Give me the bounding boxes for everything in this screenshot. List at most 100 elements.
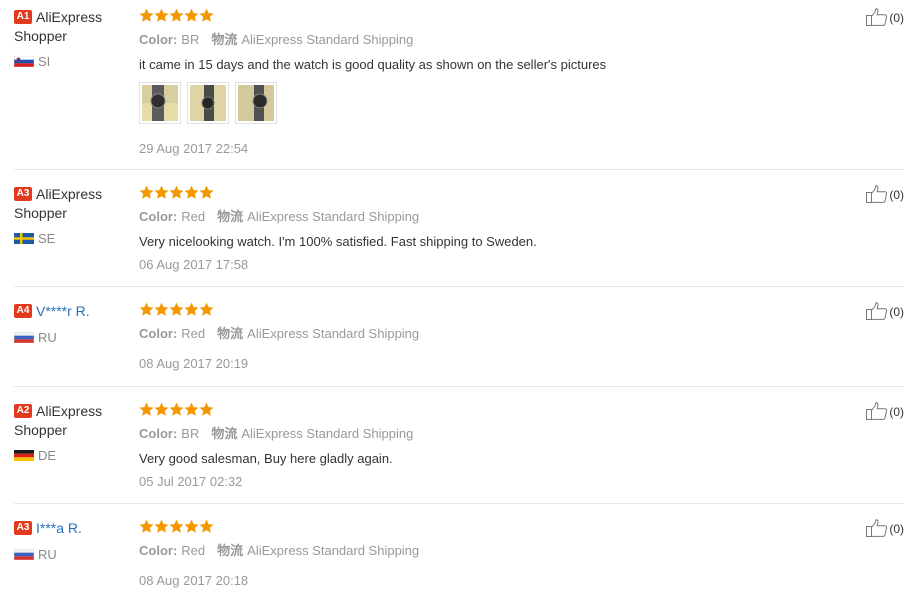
star-rating [139, 402, 839, 418]
color-label: Color: [139, 326, 178, 341]
star-rating [139, 185, 839, 201]
buyer-country: SE [14, 230, 132, 248]
star-icon [139, 519, 154, 534]
country-code: SE [38, 231, 56, 246]
star-icon [154, 402, 169, 417]
review-date: 08 Aug 2017 20:18 [139, 573, 249, 588]
star-icon [139, 402, 154, 417]
helpful-button[interactable]: (0) [866, 185, 904, 204]
buyer-name-line2: Shopper [14, 205, 67, 221]
buyer-country: SI [14, 53, 132, 71]
helpful-count: (0) [889, 522, 904, 536]
color-value: BR [181, 426, 200, 441]
review-photo-thumbnail[interactable] [187, 82, 229, 124]
buyer-level-badge: A3 [14, 186, 32, 201]
star-icon [169, 8, 184, 23]
review-photo-thumbnail[interactable] [139, 82, 181, 124]
star-icon [139, 185, 154, 200]
buyer-level-badge: A4 [14, 303, 32, 318]
logistics-value: AliExpress Standard Shipping [247, 209, 420, 224]
color-label: Color: [139, 32, 178, 47]
logistics-value: AliExpress Standard Shipping [241, 426, 414, 441]
review-body: Color: Red 物流 AliExpress Standard Shipping … [139, 185, 839, 274]
review-item: A3 I***a R. RU Color: Red 物流 AliExpress Stan… [0, 504, 924, 598]
color-value: BR [181, 32, 200, 47]
star-icon [169, 519, 184, 534]
star-rating [139, 519, 839, 535]
helpful-button[interactable]: (0) [866, 519, 904, 538]
color-label: Color: [139, 543, 178, 558]
logistics-label: 物流 [217, 326, 244, 341]
flag-de-icon [14, 449, 34, 461]
buyer-info: A2 AliExpress Shopper DE [14, 402, 132, 465]
buyer-info: A3 AliExpress Shopper SE [14, 185, 132, 248]
logistics-value: AliExpress Standard Shipping [241, 32, 414, 47]
helpful-count: (0) [889, 305, 904, 319]
helpful-button[interactable]: (0) [866, 302, 904, 321]
review-meta: Color: Red 物流 AliExpress Standard Shipping [139, 542, 839, 560]
star-icon [139, 302, 154, 317]
flag-ru-icon [14, 548, 34, 560]
color-label: Color: [139, 209, 178, 224]
buyer-info: A4 V****r R. RU [14, 302, 132, 347]
buyer-country: RU [14, 329, 132, 347]
thumbs-up-icon [866, 185, 888, 203]
buyer-name[interactable]: I***a R. [36, 520, 82, 536]
review-photo-thumbnail[interactable] [235, 82, 277, 124]
logistics-label: 物流 [211, 426, 238, 441]
star-icon [199, 185, 214, 200]
buyer-info: A3 I***a R. RU [14, 519, 132, 564]
thumbs-up-icon [866, 519, 888, 537]
buyer-level-badge: A1 [14, 9, 32, 24]
review-date: 06 Aug 2017 17:58 [139, 257, 249, 272]
logistics-value: AliExpress Standard Shipping [247, 543, 420, 558]
star-icon [184, 302, 199, 317]
buyer-name-line2: Shopper [14, 28, 67, 44]
helpful-count: (0) [889, 11, 904, 25]
logistics-label: 物流 [211, 32, 238, 47]
color-value: Red [181, 543, 206, 558]
thumbs-up-icon [866, 302, 888, 320]
star-icon [184, 402, 199, 417]
helpful-button[interactable]: (0) [866, 8, 904, 27]
review-date: 29 Aug 2017 22:54 [139, 141, 249, 156]
star-icon [154, 519, 169, 534]
color-label: Color: [139, 426, 178, 441]
helpful-button[interactable]: (0) [866, 402, 904, 421]
star-rating [139, 8, 839, 24]
review-meta: Color: Red 物流 AliExpress Standard Shipping [139, 325, 839, 343]
review-text: it came in 15 days and the watch is good… [139, 57, 607, 72]
logistics-label: 物流 [217, 543, 244, 558]
star-icon [154, 302, 169, 317]
star-icon [199, 402, 214, 417]
review-item: A2 AliExpress Shopper DE Color: BR 物流 AliExp… [0, 387, 924, 504]
buyer-name[interactable]: V****r R. [36, 303, 90, 319]
thumbs-up-icon [866, 402, 888, 420]
star-icon [154, 8, 169, 23]
color-value: Red [181, 326, 206, 341]
review-item: A3 AliExpress Shopper SE Color: Red 物流 AliEx… [0, 170, 924, 287]
star-icon [184, 519, 199, 534]
color-value: Red [181, 209, 206, 224]
buyer-name-line2: Shopper [14, 422, 67, 438]
review-meta: Color: BR 物流 AliExpress Standard Shipping [139, 425, 839, 443]
country-code: RU [38, 547, 57, 562]
buyer-level-badge: A3 [14, 520, 32, 535]
star-icon [199, 302, 214, 317]
helpful-count: (0) [889, 188, 904, 202]
review-date: 05 Jul 2017 02:32 [139, 474, 243, 489]
star-icon [184, 185, 199, 200]
buyer-name: AliExpress [36, 9, 103, 26]
review-body: Color: BR 物流 AliExpress Standard Shipping V… [139, 402, 839, 491]
buyer-country: RU [14, 546, 132, 564]
star-icon [169, 185, 184, 200]
review-item: A4 V****r R. RU Color: Red 物流 AliExpress Sta… [0, 287, 924, 387]
star-icon [199, 519, 214, 534]
review-body: Color: BR 物流 AliExpress Standard Shipping i… [139, 8, 839, 158]
review-body: Color: Red 物流 AliExpress Standard Shipping … [139, 519, 839, 590]
buyer-level-badge: A2 [14, 403, 32, 418]
buyer-country: DE [14, 447, 132, 465]
star-icon [169, 302, 184, 317]
flag-ru-icon [14, 331, 34, 343]
logistics-value: AliExpress Standard Shipping [247, 326, 420, 341]
